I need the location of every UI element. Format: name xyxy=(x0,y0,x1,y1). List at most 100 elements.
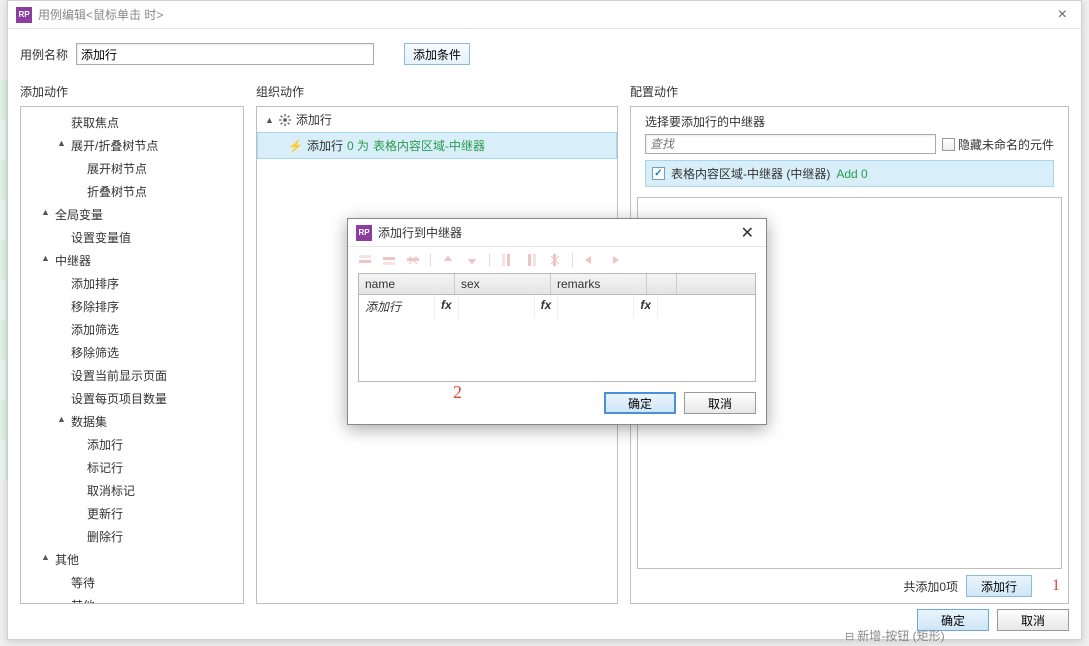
tree-item[interactable]: 添加筛选 xyxy=(21,318,243,341)
insert-row-below-icon[interactable] xyxy=(382,253,396,267)
col-header-name[interactable]: name xyxy=(359,274,455,294)
window-title: 用例编辑<鼠标单击 时> xyxy=(38,6,1052,23)
action-child-item[interactable]: ⚡ 添加行 0 为 表格内容区域-中继器 xyxy=(257,132,617,159)
grid-row[interactable]: 添加行 fx fx fx xyxy=(359,295,755,318)
tree-item[interactable]: 等待 xyxy=(21,571,243,594)
background-shape-label: ⊟ 新增-按钮 (矩形) xyxy=(845,627,945,644)
fx-icon[interactable]: fx xyxy=(441,298,452,312)
toolbar-separator xyxy=(572,253,573,267)
add-rows-modal: RP 添加行到中继器 ✕ name sex remarks 添加行 fx xyxy=(347,218,767,425)
move-down-icon[interactable] xyxy=(465,253,479,267)
data-grid[interactable]: name sex remarks 添加行 fx fx fx 2 xyxy=(358,273,756,382)
action-root-label: 添加行 xyxy=(296,111,332,128)
config-footer: 共添加0项 添加行 1 xyxy=(637,569,1062,597)
app-logo: RP xyxy=(16,7,32,23)
fx-icon[interactable]: fx xyxy=(640,298,651,312)
tree-item[interactable]: 设置当前显示页面 xyxy=(21,364,243,387)
config-top: 选择要添加行的中继器 隐藏未命名的元件 ✓ 表格内容区域-中继器 (中继器) A… xyxy=(637,107,1062,193)
tree-item[interactable]: ▲中继器 xyxy=(21,249,243,272)
case-name-input[interactable] xyxy=(76,43,374,65)
add-action-header: 添加动作 xyxy=(20,79,244,106)
collapse-icon[interactable]: ▲ xyxy=(265,115,274,125)
modal-title: 添加行到中继器 xyxy=(378,224,737,241)
add-row-button[interactable]: 添加行 xyxy=(966,575,1032,597)
tree-item[interactable]: ▲数据集 xyxy=(21,410,243,433)
cell-name[interactable]: 添加行 xyxy=(359,295,435,318)
cancel-button[interactable]: 取消 xyxy=(997,609,1069,631)
collapse-icon[interactable]: ▲ xyxy=(41,253,50,263)
collapse-icon[interactable]: ▲ xyxy=(57,414,66,424)
action-tree: 获取焦点 ▲展开/折叠树节点 展开树节点 折叠树节点 ▲全局变量 设置变量值 ▲… xyxy=(21,107,243,604)
move-up-icon[interactable] xyxy=(441,253,455,267)
col-header-sex[interactable]: sex xyxy=(455,274,551,294)
titlebar: RP 用例编辑<鼠标单击 时> × xyxy=(8,1,1081,29)
search-input[interactable] xyxy=(645,134,936,154)
tree-item[interactable]: 折叠树节点 xyxy=(21,180,243,203)
action-root-item[interactable]: ▲ 添加行 xyxy=(257,107,617,132)
hide-unnamed-checkbox[interactable] xyxy=(942,138,955,151)
collapse-icon[interactable]: ▲ xyxy=(57,138,66,148)
tree-item[interactable]: 添加排序 xyxy=(21,272,243,295)
insert-row-above-icon[interactable] xyxy=(358,253,372,267)
target-checkbox[interactable]: ✓ xyxy=(652,167,665,180)
case-name-label: 用例名称 xyxy=(20,46,68,63)
tree-item[interactable]: 其他 xyxy=(21,594,243,604)
case-name-row: 用例名称 添加条件 xyxy=(8,29,1081,79)
modal-cancel-button[interactable]: 取消 xyxy=(684,392,756,414)
move-right-icon[interactable] xyxy=(607,253,621,267)
tree-item[interactable]: 获取焦点 xyxy=(21,111,243,134)
tree-item[interactable]: 移除筛选 xyxy=(21,341,243,364)
tree-item[interactable]: ▲其他 xyxy=(21,548,243,571)
collapse-icon[interactable]: ▲ xyxy=(41,207,50,217)
action-child-mid: 0 为 xyxy=(347,137,369,154)
background-cells xyxy=(0,80,7,480)
gear-icon xyxy=(278,113,292,127)
cell-sex[interactable] xyxy=(459,295,535,318)
add-action-column: 添加动作 获取焦点 ▲展开/折叠树节点 展开树节点 折叠树节点 ▲全局变量 设置… xyxy=(20,79,244,604)
modal-toolbar xyxy=(348,247,766,273)
fx-icon[interactable]: fx xyxy=(541,298,552,312)
tree-item[interactable]: 更新行 xyxy=(21,502,243,525)
delete-col-icon[interactable] xyxy=(548,253,562,267)
tree-item[interactable]: 添加行 xyxy=(21,433,243,456)
annotation-1: 1 xyxy=(1052,577,1060,595)
target-add-count: Add 0 xyxy=(836,167,867,181)
tree-item[interactable]: 设置变量值 xyxy=(21,226,243,249)
tree-item[interactable]: 标记行 xyxy=(21,456,243,479)
tree-item[interactable]: 移除排序 xyxy=(21,295,243,318)
modal-close-icon[interactable]: ✕ xyxy=(737,223,758,243)
add-condition-button[interactable]: 添加条件 xyxy=(404,43,470,65)
grid-header: name sex remarks xyxy=(359,274,755,295)
organize-header: 组织动作 xyxy=(256,79,618,106)
select-repeater-label: 选择要添加行的中继器 xyxy=(645,113,1054,130)
action-child-prefix: 添加行 xyxy=(307,137,343,154)
tree-item[interactable]: ▲全局变量 xyxy=(21,203,243,226)
toolbar-separator xyxy=(489,253,490,267)
delete-row-icon[interactable] xyxy=(406,253,420,267)
grid-body[interactable]: 添加行 fx fx fx xyxy=(359,295,755,381)
tree-item[interactable]: 删除行 xyxy=(21,525,243,548)
insert-col-right-icon[interactable] xyxy=(524,253,538,267)
modal-footer: 确定 取消 xyxy=(348,382,766,424)
tree-item[interactable]: 取消标记 xyxy=(21,479,243,502)
target-repeater-row[interactable]: ✓ 表格内容区域-中继器 (中继器) Add 0 xyxy=(645,160,1054,187)
hide-unnamed-label[interactable]: 隐藏未命名的元件 xyxy=(942,136,1054,153)
col-header-remarks[interactable]: remarks xyxy=(551,274,647,294)
tree-item[interactable]: 设置每页项目数量 xyxy=(21,387,243,410)
tree-item[interactable]: 展开树节点 xyxy=(21,157,243,180)
annotation-2: 2 xyxy=(453,382,462,403)
move-left-icon[interactable] xyxy=(583,253,597,267)
action-child-target: 表格内容区域-中继器 xyxy=(373,137,485,154)
close-icon[interactable]: × xyxy=(1052,6,1073,24)
modal-ok-button[interactable]: 确定 xyxy=(604,392,676,414)
target-label: 表格内容区域-中继器 (中继器) xyxy=(671,165,830,182)
col-header-empty[interactable] xyxy=(647,274,677,294)
tree-item[interactable]: ▲展开/折叠树节点 xyxy=(21,134,243,157)
action-tree-panel[interactable]: 获取焦点 ▲展开/折叠树节点 展开树节点 折叠树节点 ▲全局变量 设置变量值 ▲… xyxy=(20,106,244,604)
collapse-icon[interactable]: ▲ xyxy=(41,552,50,562)
hide-unnamed-text: 隐藏未命名的元件 xyxy=(958,136,1054,153)
insert-col-left-icon[interactable] xyxy=(500,253,514,267)
modal-logo: RP xyxy=(356,225,372,241)
added-count-text: 共添加0项 xyxy=(903,578,958,595)
cell-remarks[interactable] xyxy=(558,295,634,318)
